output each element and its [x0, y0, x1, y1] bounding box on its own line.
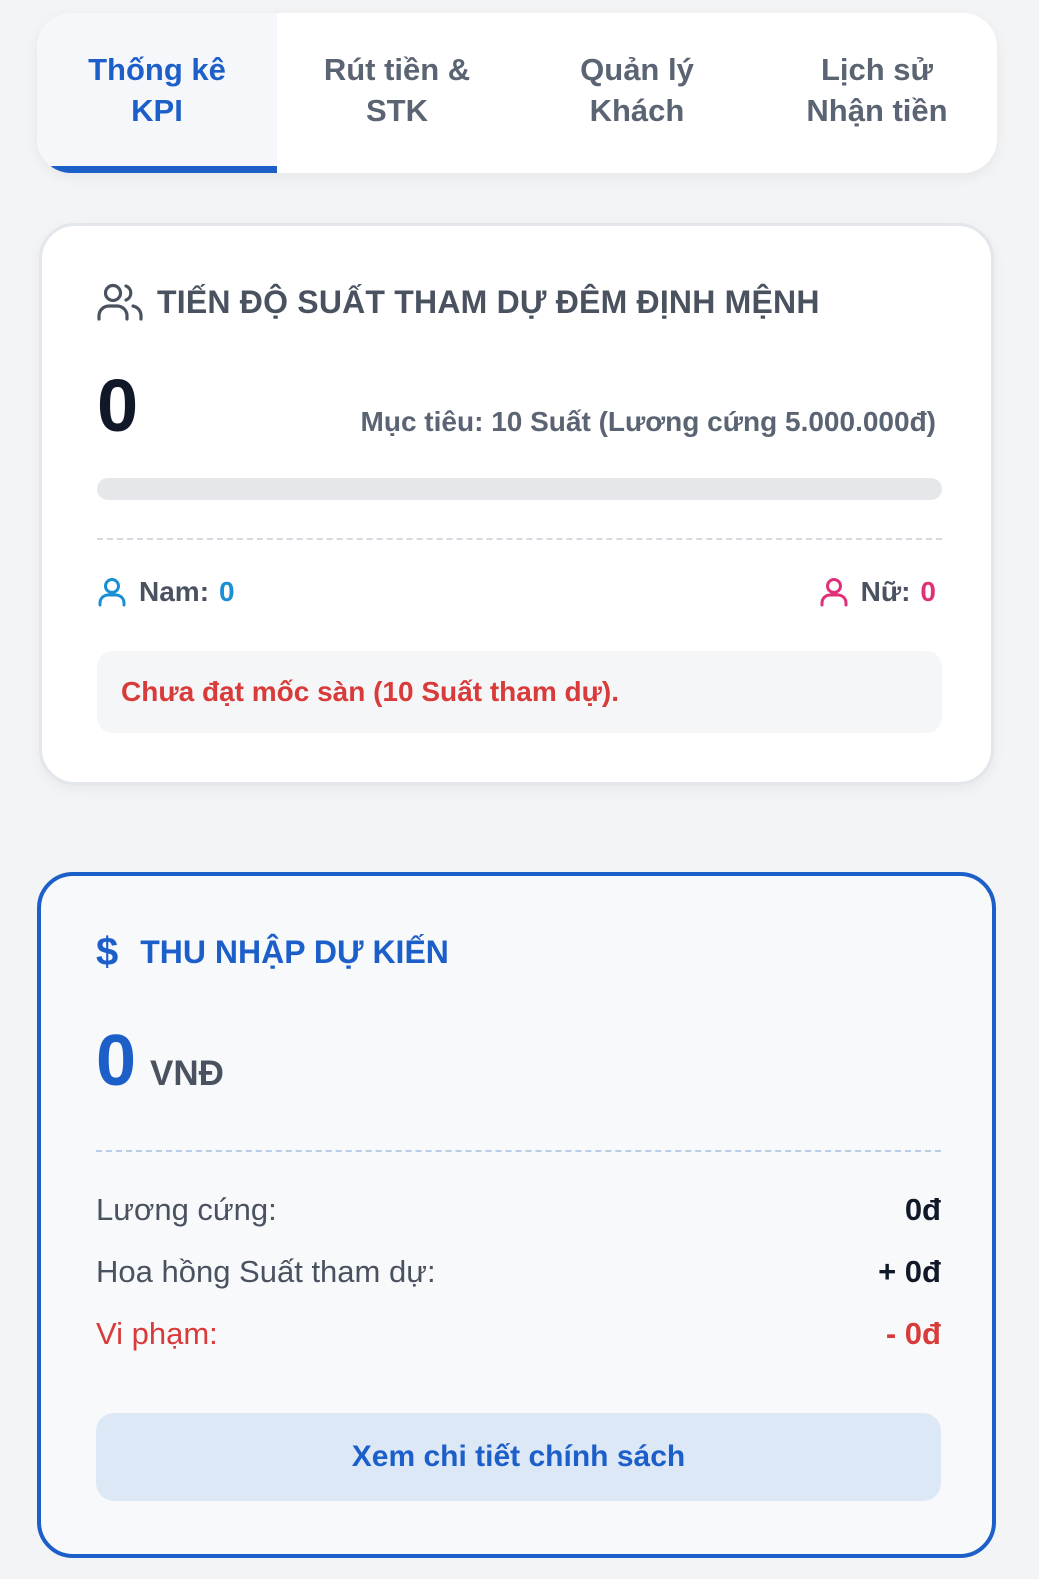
- expected-income-card: $ THU NHẬP DỰ KIẾN 0 VNĐ Lương cứng: 0đ …: [37, 872, 996, 1558]
- row-value: - 0đ: [885, 1316, 941, 1351]
- kpi-progress-bar: [97, 478, 942, 500]
- kpi-card-title: TIẾN ĐỘ SUẤT THAM DỰ ĐÊM ĐỊNH MỆNH: [157, 283, 820, 320]
- kpi-target: Mục tiêu: 10 Suất (Lương cứng 5.000.000đ…: [360, 406, 936, 437]
- kpi-progress-card: TIẾN ĐỘ SUẤT THAM DỰ ĐÊM ĐỊNH MỆNH 0 Mục…: [39, 223, 994, 785]
- base-salary-row: Lương cứng: 0đ: [96, 1192, 941, 1228]
- female-value: 0: [920, 576, 936, 607]
- male-user-icon: [98, 578, 126, 607]
- commission-row: Hoa hồng Suất tham dự: + 0đ: [96, 1254, 941, 1290]
- row-value: 0đ: [904, 1192, 941, 1227]
- female-count: Nữ: 0: [819, 576, 936, 608]
- participant-count: 0: [97, 364, 139, 447]
- row-label: Hoa hồng Suất tham dự:: [96, 1254, 436, 1289]
- income-card-header: $ THU NHẬP DỰ KIẾN: [96, 930, 449, 975]
- dollar-icon: $: [96, 930, 119, 974]
- tab-manage-customers[interactable]: Quản lý Khách: [517, 13, 757, 173]
- kpi-warning: Chưa đạt mốc sàn (10 Suất tham dự).: [97, 651, 942, 733]
- tab-bar: Thống kê KPI Rút tiền & STK Quản lý Khác…: [37, 13, 997, 173]
- violation-row: Vi phạm: - 0đ: [96, 1316, 941, 1352]
- tab-payment-history[interactable]: Lịch sử Nhận tiền: [757, 13, 997, 173]
- income-unit: VNĐ: [150, 1054, 224, 1093]
- income-value: 0: [96, 1021, 137, 1101]
- row-value: + 0đ: [878, 1254, 941, 1289]
- divider: [96, 1150, 941, 1152]
- tab-kpi-stats[interactable]: Thống kê KPI: [37, 13, 277, 173]
- users-icon: [97, 283, 143, 321]
- male-value: 0: [219, 576, 235, 607]
- divider: [97, 538, 942, 540]
- income-amount: 0 VNĐ: [96, 1021, 224, 1101]
- male-count: Nam: 0: [97, 576, 235, 608]
- row-label: Lương cứng:: [96, 1192, 277, 1227]
- male-label: Nam:: [139, 576, 210, 607]
- view-policy-button[interactable]: Xem chi tiết chính sách: [96, 1413, 941, 1501]
- female-label: Nữ:: [860, 576, 911, 607]
- female-user-icon: [820, 578, 848, 607]
- row-label: Vi phạm:: [96, 1316, 218, 1351]
- kpi-card-header: TIẾN ĐỘ SUẤT THAM DỰ ĐÊM ĐỊNH MỆNH: [97, 282, 820, 322]
- income-card-title: THU NHẬP DỰ KIẾN: [140, 934, 449, 970]
- tab-withdraw[interactable]: Rút tiền & STK: [277, 13, 517, 173]
